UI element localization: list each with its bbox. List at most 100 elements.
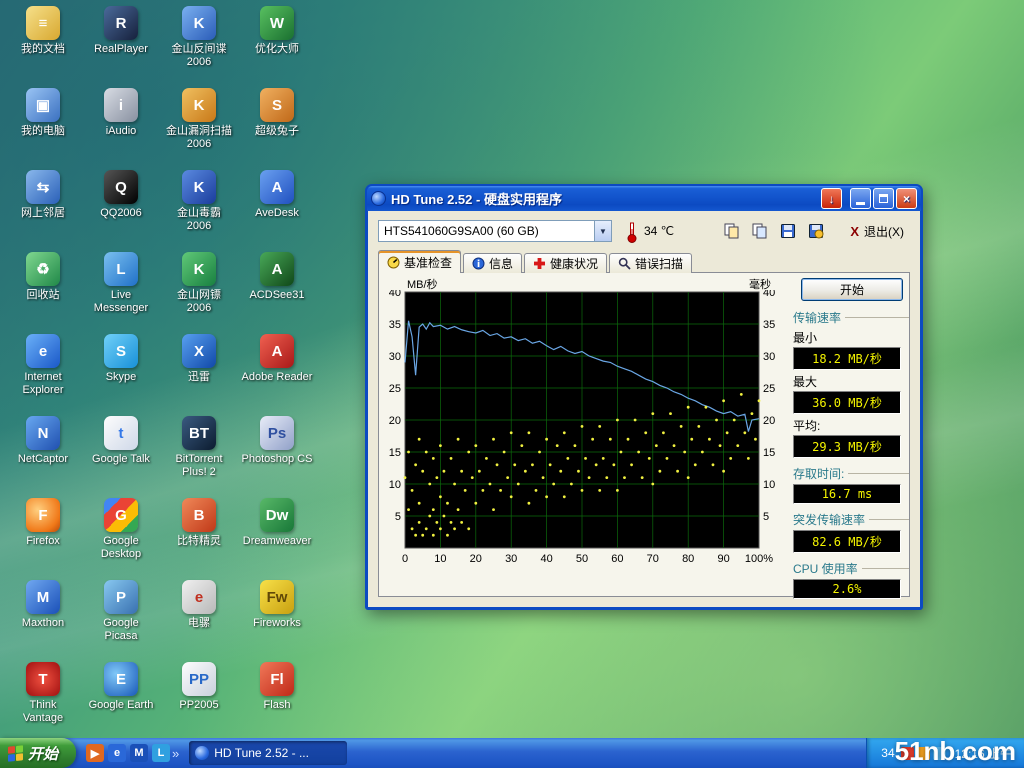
desktop-icon-adobe-reader[interactable]: A Adobe Reader (238, 330, 316, 412)
copy-text-button[interactable] (748, 220, 772, 242)
desktop-icon-kingsoft-antispy[interactable]: K金山反间谍 2006 (160, 2, 238, 84)
desktop-icon-label: Adobe Reader (238, 371, 316, 384)
desktop-icon-label: 超级兔子 (238, 125, 316, 138)
chevron-down-icon[interactable]: ▼ (594, 221, 611, 241)
svg-text:15: 15 (389, 447, 401, 459)
start-menu-button[interactable]: 开始 (0, 738, 76, 768)
svg-text:30: 30 (763, 351, 775, 363)
svg-text:20: 20 (389, 415, 401, 427)
tab-info[interactable]: 信息 (463, 253, 522, 273)
start-button[interactable]: 开始 (801, 278, 903, 301)
desktop-icon-recycle-bin[interactable]: ♻回收站 (4, 248, 82, 330)
desktop-icon-label: Maxthon (4, 617, 82, 630)
desktop-icon-netcaptor[interactable]: NNetCaptor (4, 412, 82, 494)
update-download-button[interactable]: ↓ (821, 188, 842, 209)
desktop-icon-google-picasa[interactable]: PGoogle Picasa (82, 576, 160, 658)
kingsoft-duba-icon: K (182, 170, 216, 204)
desktop-icon-kingsoft-duba[interactable]: K金山毒霸 2006 (160, 166, 238, 248)
desktop-icon-xunlei[interactable]: X迅雷 (160, 330, 238, 412)
desktop-icon-google-earth[interactable]: EGoogle Earth (82, 658, 160, 740)
scan-icon (618, 257, 631, 270)
desktop-icon-internet-explorer[interactable]: eInternet Explorer (4, 330, 82, 412)
desktop-icon-super-rabbit[interactable]: S超级兔子 (238, 84, 316, 166)
desktop-icon-bittorrent-plus[interactable]: BTBitTorrent Plus! 2 (160, 412, 238, 494)
desktop-icon-skype[interactable]: SSkype (82, 330, 160, 412)
desktop-icon-bitspirit[interactable]: B比特精灵 (160, 494, 238, 576)
desktop-icon-photoshop-cs[interactable]: PsPhotoshop CS (238, 412, 316, 494)
google-talk-icon: t (104, 416, 138, 450)
desktop-icon-label: 网上邻居 (4, 207, 82, 220)
drive-select[interactable]: HTS541060G9SA00 (60 GB) ▼ (378, 220, 612, 242)
desktop-icon-firefox[interactable]: FFirefox (4, 494, 82, 576)
desktop-icon-kingsoft-scan[interactable]: K金山漏洞扫描 2006 (160, 84, 238, 166)
quick-launch-maxthon-icon[interactable]: M (130, 744, 148, 762)
tab-label: 基准检查 (404, 254, 452, 271)
tab-benchmark[interactable]: 基准检查 (378, 250, 461, 273)
desktop-icon-emule[interactable]: e电骡 (160, 576, 238, 658)
svg-text:10: 10 (434, 553, 446, 565)
window-title: HD Tune 2.52 - 硬盘实用程序 (391, 189, 819, 208)
tab-error-scan[interactable]: 错误扫描 (609, 253, 692, 273)
kingsoft-antispy-icon: K (182, 6, 216, 40)
svg-text:90: 90 (717, 553, 729, 565)
save-image-button[interactable] (776, 220, 800, 242)
desktop-icon-wopti-master[interactable]: W优化大师 (238, 2, 316, 84)
export-button[interactable] (804, 220, 828, 242)
desktop-icon-my-documents[interactable]: ≡我的文档 (4, 2, 82, 84)
windows-logo-icon (8, 745, 23, 762)
tab-health[interactable]: 健康状况 (524, 253, 607, 273)
quick-launch-media-player-icon[interactable]: ▶ (86, 744, 104, 762)
desktop-icon-fireworks[interactable]: FwFireworks (238, 576, 316, 658)
svg-text:30: 30 (389, 351, 401, 363)
desktop-icon-pp2005[interactable]: PPPP2005 (160, 658, 238, 740)
firefox-icon: F (26, 498, 60, 532)
taskbar-button-hdtune[interactable]: HD Tune 2.52 - ... (189, 741, 347, 765)
quick-launch-internet-explorer-icon[interactable]: e (108, 744, 126, 762)
close-button[interactable]: × (896, 188, 917, 209)
desktop-icon-live-messenger[interactable]: LLive Messenger (82, 248, 160, 330)
desktop-icon-acdsee[interactable]: AACDSee31 (238, 248, 316, 330)
desktop-icon-thinkvantage[interactable]: TThink Vantage (4, 658, 82, 740)
taskbar-button-label: HD Tune 2.52 - ... (214, 746, 309, 760)
minimize-button[interactable] (850, 188, 871, 209)
titlebar[interactable]: HD Tune 2.52 - 硬盘实用程序 ↓ × (367, 186, 921, 211)
desktop-icon-iaudio[interactable]: iiAudio (82, 84, 160, 166)
info-icon (472, 257, 485, 270)
desktop-icon-avedesk[interactable]: AAveDesk (238, 166, 316, 248)
exit-button[interactable]: X 退出(X) (844, 221, 910, 242)
toolbar: HTS541060G9SA00 (60 GB) ▼ 34 ℃ X 退出(X) (378, 220, 910, 244)
desktop-icon-network-places[interactable]: ⇆ 网上邻居 (4, 166, 82, 248)
svg-text:20: 20 (470, 553, 482, 565)
hdtune-app-icon (371, 191, 386, 206)
desktop-icon-kingsoft-netshield[interactable]: K金山网镖 2006 (160, 248, 238, 330)
desktop-icon-label: Photoshop CS (238, 453, 316, 466)
copy-image-button[interactable] (720, 220, 744, 242)
svg-text:40: 40 (540, 553, 552, 565)
desktop-icon-google-desktop[interactable]: GGoogle Desktop (82, 494, 160, 576)
desktop-icon-qq2006[interactable]: QQQ2006 (82, 166, 160, 248)
desktop-icon-flash[interactable]: FlFlash (238, 658, 316, 740)
desktop-icon-realplayer[interactable]: RRealPlayer (82, 2, 160, 84)
desktop-icon-maxthon[interactable]: M Maxthon (4, 576, 82, 658)
desktop-icon-google-talk[interactable]: tGoogle Talk (82, 412, 160, 494)
realplayer-icon: R (104, 6, 138, 40)
quick-launch-chevron-icon[interactable]: » (172, 746, 179, 761)
exit-x-icon: X (850, 224, 859, 239)
quick-launch-messenger-icon[interactable]: L (152, 744, 170, 762)
desktop-icon-grid: ≡我的文档RRealPlayerK金山反间谍 2006W优化大师 ▣我的电脑iiA… (4, 2, 316, 740)
desktop-icon-dreamweaver[interactable]: DwDreamweaver (238, 494, 316, 576)
svg-text:25: 25 (763, 383, 775, 395)
svg-text:40: 40 (763, 290, 775, 299)
adobe-reader-icon: A (260, 334, 294, 368)
desktop-icon-label: Google Picasa (82, 617, 160, 642)
kingsoft-scan-icon: K (182, 88, 216, 122)
gauge-icon (387, 256, 400, 269)
burst-rate-value: 82.6 MB/秒 (793, 530, 901, 553)
maximize-button[interactable] (873, 188, 894, 209)
live-messenger-icon: L (104, 252, 138, 286)
maxthon-icon: M (26, 580, 60, 614)
network-places-icon: ⇆ (26, 170, 60, 204)
svg-text:20: 20 (763, 415, 775, 427)
svg-text:10: 10 (763, 479, 775, 491)
desktop-icon-my-computer[interactable]: ▣我的电脑 (4, 84, 82, 166)
